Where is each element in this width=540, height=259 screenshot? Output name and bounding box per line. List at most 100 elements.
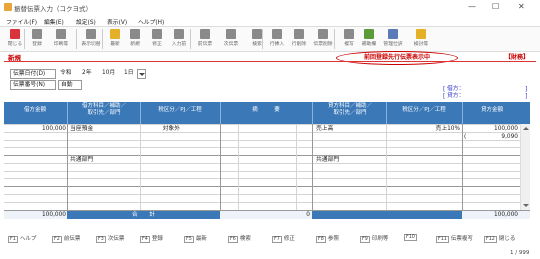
fkey-label: 最新 [195,236,207,242]
date-dropdown-button[interactable] [137,69,146,79]
row1-debit-dept[interactable]: 共通部門 [70,156,93,164]
review-icon [416,29,426,39]
fkey-f10[interactable]: F10 [404,234,419,241]
toolbar-review-button[interactable]: 検討等 [410,27,432,51]
toolbar-delete-slip-button[interactable]: 伝票削除 [312,27,334,51]
total-bar-right [312,211,462,219]
fkey-cap: F5 [184,236,194,243]
balance-summary: 借方： 貸方： [447,86,464,100]
aux-icon [364,29,374,39]
date-label: 伝票日付(D) [10,69,56,79]
fkey-label: 参照 [327,236,339,242]
fkey-f2[interactable]: F2 前伝票 [52,234,80,243]
toolbar-copy-button[interactable]: 複写 [338,27,360,51]
pager: 1 / 999 [510,250,530,256]
row1-credit-amount[interactable]: 100,000 [464,125,518,133]
toolbar-print-button[interactable]: 印刷等 [50,27,72,51]
fkey-cap: F9 [360,236,370,243]
toolbar-save-button[interactable]: 登録 [26,27,48,51]
toolbar-separator [76,29,77,49]
fkey-label: 前伝票 [63,236,81,242]
year-field[interactable]: 2年 [80,69,100,79]
toolbar-view-switch-button[interactable]: 表示切替 [80,27,102,51]
delete-slip-icon [318,29,328,39]
fkey-f3[interactable]: F3 次伝票 [96,234,124,243]
row1-debit-tax[interactable]: 対象外 [140,125,180,133]
fkey-f6[interactable]: F6 検索 [228,234,251,243]
fkey-f5[interactable]: F5 最新 [184,234,207,243]
fkey-f11[interactable]: F11 伝票複写 [436,234,473,243]
toolbar-refresh-button[interactable]: 最新 [104,27,126,51]
toolbar-label: 次伝票 [223,42,239,47]
fkey-f12[interactable]: F12 閉じる [484,234,515,243]
toolbar-aux-button[interactable]: 補助欄 [358,27,380,51]
menu-edit[interactable]: 編集(E) [44,17,64,26]
fkey-f1[interactable]: F1 ヘルプ [8,234,36,243]
maximize-button[interactable]: ☐ [492,2,499,11]
toolbar-next-slip-button[interactable]: 次伝票 [220,27,242,51]
close-button[interactable]: ✕ [518,2,525,11]
row1-debit-account[interactable]: 当座預金 [70,125,93,133]
era-field[interactable]: 令和 [58,69,76,79]
view-switch-icon [86,29,96,39]
balance-brace-left: [[ [443,86,446,100]
month-field[interactable]: 10月 [100,69,122,79]
row1-credit-tax[interactable]: 売上10% [420,125,460,133]
table-scrollbar[interactable] [520,124,530,210]
row1-credit-tax-amount: 9,090 [501,134,518,140]
fkey-cap: F2 [52,236,62,243]
fkey-label: 印刷等 [371,236,389,242]
row1-credit-account[interactable]: 売上高 [316,125,333,133]
row1-credit-dept[interactable]: 共通部門 [316,156,339,164]
fkey-f4[interactable]: F4 登録 [140,234,163,243]
credit-balance-label: 貸方： [447,93,465,99]
toolbar-edit-button[interactable]: 修正 [146,27,168,51]
toolbar-manage-button[interactable]: 管理仕訳 [382,27,404,51]
header-debit-amount: 借方金額 [23,107,46,113]
fkey-label: 検索 [239,236,251,242]
menu-help[interactable]: ヘルプ(H) [138,17,164,26]
toolbar-delete-row-button[interactable]: 行削除 [288,27,310,51]
toolbar-new-doc-button[interactable]: 新規 [124,27,146,51]
fkey-f9[interactable]: F9 印刷等 [360,234,388,243]
toolbar-label: 伝票削除 [313,42,333,47]
menu-file[interactable]: ファイル(F) [6,17,37,26]
fkey-f7[interactable]: F7 修正 [272,234,295,243]
fkey-cap: F11 [436,236,449,243]
menu-view[interactable]: 表示(V) [107,17,127,26]
toolbar-label: 新規 [130,42,140,47]
day-field[interactable]: 1日 [122,69,136,79]
fkey-f8[interactable]: F8 参照 [316,234,339,243]
toolbar-insert-row-button[interactable]: 行挿入 [266,27,288,51]
toolbar-label: 入力前 [171,42,187,47]
journal-table-body[interactable] [4,124,530,210]
toolbar-search-button[interactable]: 検索 [246,27,268,51]
prev-input-icon [174,29,184,39]
total-credit: 100,000 [494,212,518,218]
scroll-down-icon[interactable] [522,204,529,207]
toolbar-label: 行削除 [291,42,307,47]
toolbar-close-door-button[interactable]: 閉じる [4,27,26,51]
number-field[interactable]: 自動 [58,80,82,90]
toolbar-separator [334,29,335,49]
toolbar-label: 複写 [344,42,354,47]
toolbar-label: 閉じる [7,42,23,47]
toolbar-separator [102,29,103,49]
toolbar-label: 行挿入 [269,42,285,47]
header-credit-amount: 貸方金額 [480,107,503,113]
save-icon [32,29,42,39]
scroll-up-icon[interactable] [522,127,529,130]
minimize-button[interactable]: — [468,2,476,11]
fkey-cap: F4 [140,236,150,243]
toolbar-prev-input-button[interactable]: 入力前 [168,27,190,51]
refresh-icon [110,29,120,39]
app-icon [4,3,12,11]
toolbar-separator [190,29,191,49]
menu-settings[interactable]: 設定(S) [76,17,96,26]
toolbar-label: 検討等 [413,42,429,47]
print-icon [56,29,66,39]
toolbar-separator [262,29,263,49]
row1-debit-amount[interactable]: 100,000 [6,125,66,133]
toolbar-prev-slip-button[interactable]: 前伝票 [194,27,216,51]
fkey-label: 次伝票 [107,236,125,242]
